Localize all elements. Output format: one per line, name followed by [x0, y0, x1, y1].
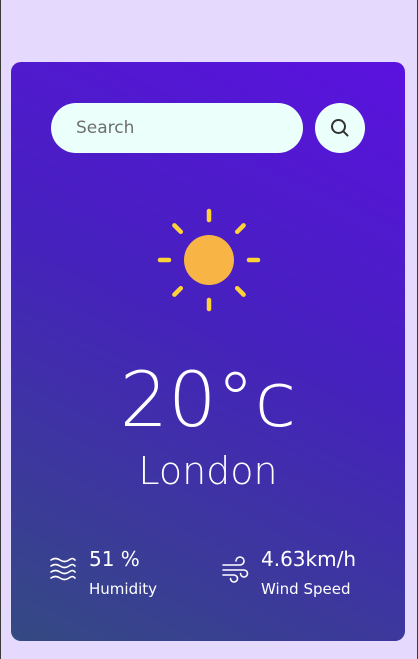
- humidity-waves-icon: [50, 557, 76, 581]
- humidity-value: 51 %: [89, 547, 140, 571]
- search-button[interactable]: [315, 103, 365, 153]
- wind-speed-label: Wind Speed: [261, 580, 351, 598]
- temperature: 20°c: [119, 355, 297, 444]
- wind-speed-value: 4.63km/h: [261, 547, 357, 571]
- search-input[interactable]: [51, 103, 303, 153]
- weather-card: 20°c London 51 % Humidity 4.63km/h Wind …: [11, 62, 405, 641]
- city-name: London: [138, 449, 278, 493]
- sun-icon: [157, 208, 261, 312]
- wind-icon: [222, 556, 249, 583]
- search-icon: [331, 119, 349, 137]
- humidity-label: Humidity: [89, 580, 158, 598]
- left-edge-line: [0, 0, 1, 659]
